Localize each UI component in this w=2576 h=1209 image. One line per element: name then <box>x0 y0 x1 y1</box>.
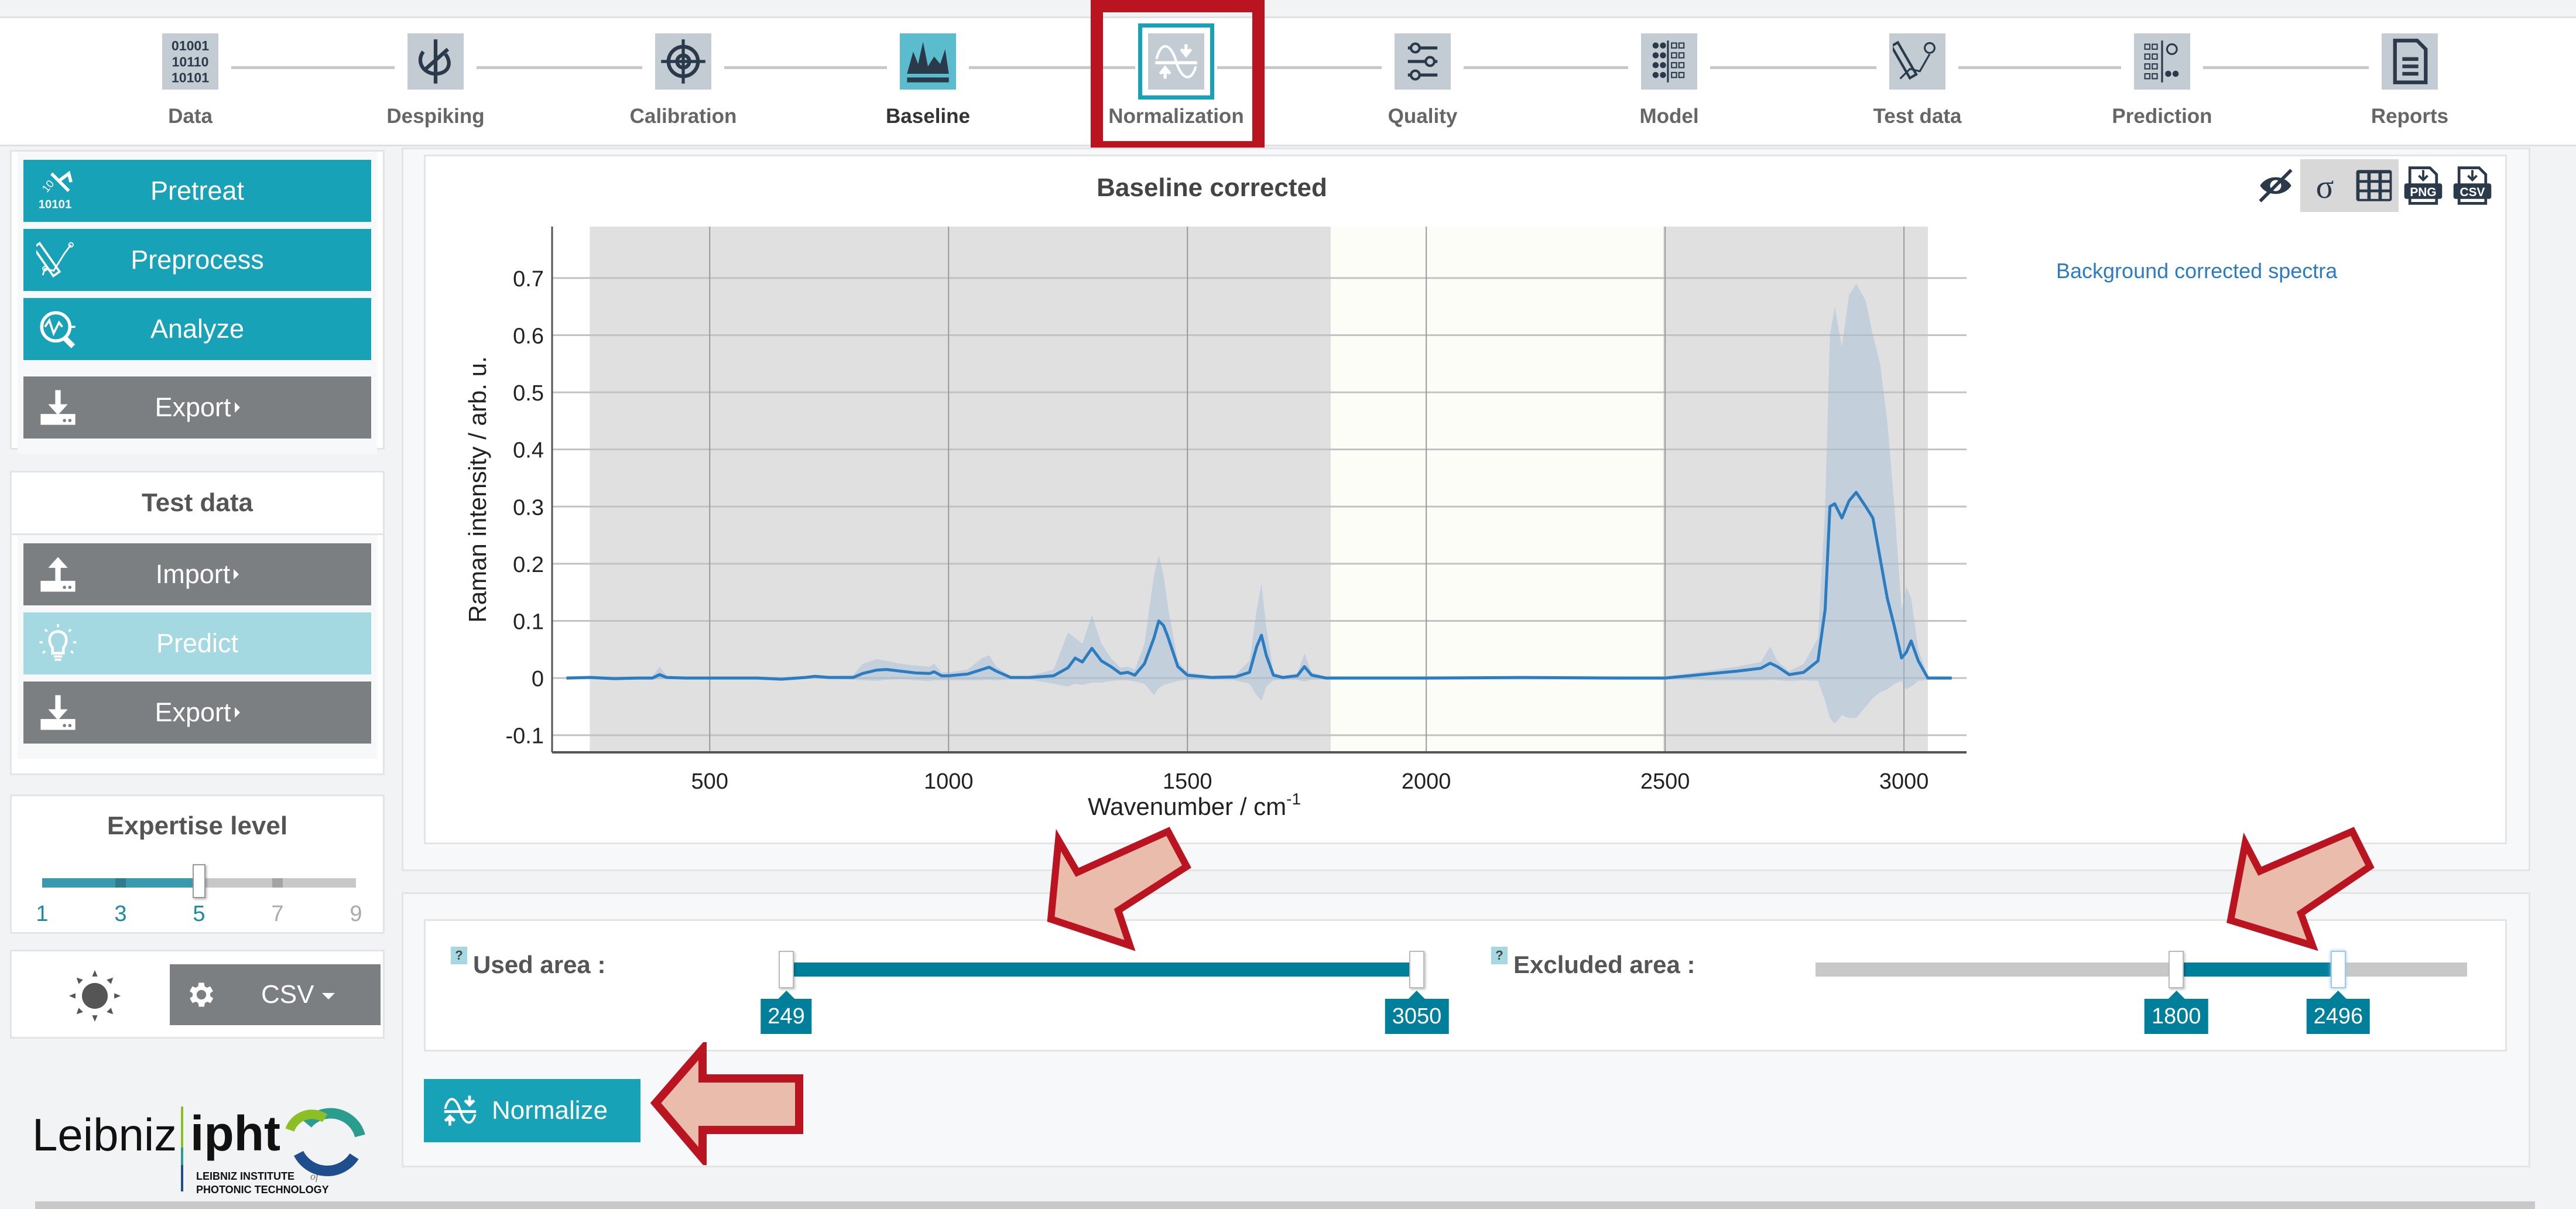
excluded-area-selected-range <box>2176 963 2338 977</box>
x-axis-label: Wavenumber / cm-1 <box>1088 790 1301 820</box>
svg-text:PNG: PNG <box>2410 186 2436 199</box>
x-tick-label: 2500 <box>1640 769 1690 794</box>
used-area-low-value: 249 <box>761 991 812 1034</box>
y-tick-label: 0.6 <box>513 324 544 348</box>
svg-text:CSV: CSV <box>2460 186 2485 199</box>
excluded-area-high-handle[interactable] <box>2330 951 2346 988</box>
svg-text:σ: σ <box>2316 169 2334 206</box>
sigma-button[interactable]: σ <box>2300 159 2349 212</box>
excluded-area-high-value: 2496 <box>2306 991 2371 1034</box>
y-tick-label: -0.1 <box>506 724 544 749</box>
chart-toolbar: σ PNG CSV <box>2251 159 2497 212</box>
used-area-help-icon[interactable]: ? <box>451 947 467 964</box>
y-axis-label: Raman intensity / arb. u. <box>464 356 491 622</box>
x-tick-label: 500 <box>691 769 728 794</box>
y-tick-label: 0.2 <box>513 553 544 577</box>
normalize-label: Normalize <box>492 1096 608 1125</box>
y-tick-label: 0.4 <box>513 439 544 463</box>
y-tick-label: 0.3 <box>513 495 544 520</box>
used-area-low-handle[interactable] <box>779 951 794 988</box>
normalize-icon <box>444 1095 477 1126</box>
legend-entry[interactable]: Background corrected spectra <box>2056 259 2337 283</box>
app-root: 01001 10110 10101 Data Despiking Calibration B… <box>0 0 2576 1209</box>
horizontal-scrollbar[interactable] <box>35 1201 2535 1209</box>
excluded-area-low-value: 1800 <box>2145 991 2208 1034</box>
sigma-icon: σ <box>2316 169 2334 206</box>
used-area-selected-range <box>786 963 1417 977</box>
excluded-area-low-handle[interactable] <box>2169 951 2184 988</box>
chart-title: Baseline corrected <box>1097 173 1327 202</box>
x-tick-label: 3000 <box>1879 769 1929 794</box>
grid-button[interactable] <box>2349 159 2399 212</box>
used-area-high-handle[interactable] <box>1409 951 1424 988</box>
download-csv-button[interactable]: CSV <box>2448 159 2497 212</box>
download-png-button[interactable]: PNG <box>2399 159 2448 212</box>
grid-icon <box>2356 170 2392 201</box>
used-area-label: Used area : <box>473 951 606 978</box>
excluded-region <box>1330 227 1663 752</box>
download-png-icon: PNG <box>2404 166 2443 205</box>
x-tick-label: 1000 <box>924 769 974 794</box>
hide-icon <box>2259 169 2293 203</box>
excluded-area-label: Excluded area : <box>1513 951 1695 978</box>
used-area-high-value: 3050 <box>1385 991 1449 1034</box>
x-tick-label: 1500 <box>1163 769 1212 794</box>
y-tick-label: 0.7 <box>513 267 544 292</box>
normalize-button[interactable]: Normalize <box>424 1079 640 1142</box>
excluded-area-help-icon[interactable]: ? <box>1491 947 1508 964</box>
y-tick-label: 0.5 <box>513 381 544 406</box>
y-tick-label: 0 <box>532 667 544 691</box>
hide-button[interactable] <box>2251 159 2300 212</box>
excluded-area-track[interactable] <box>1815 963 2467 977</box>
x-tick-label: 2000 <box>1402 769 1451 794</box>
y-tick-label: 0.1 <box>513 610 544 635</box>
download-csv-icon: CSV <box>2453 166 2492 205</box>
